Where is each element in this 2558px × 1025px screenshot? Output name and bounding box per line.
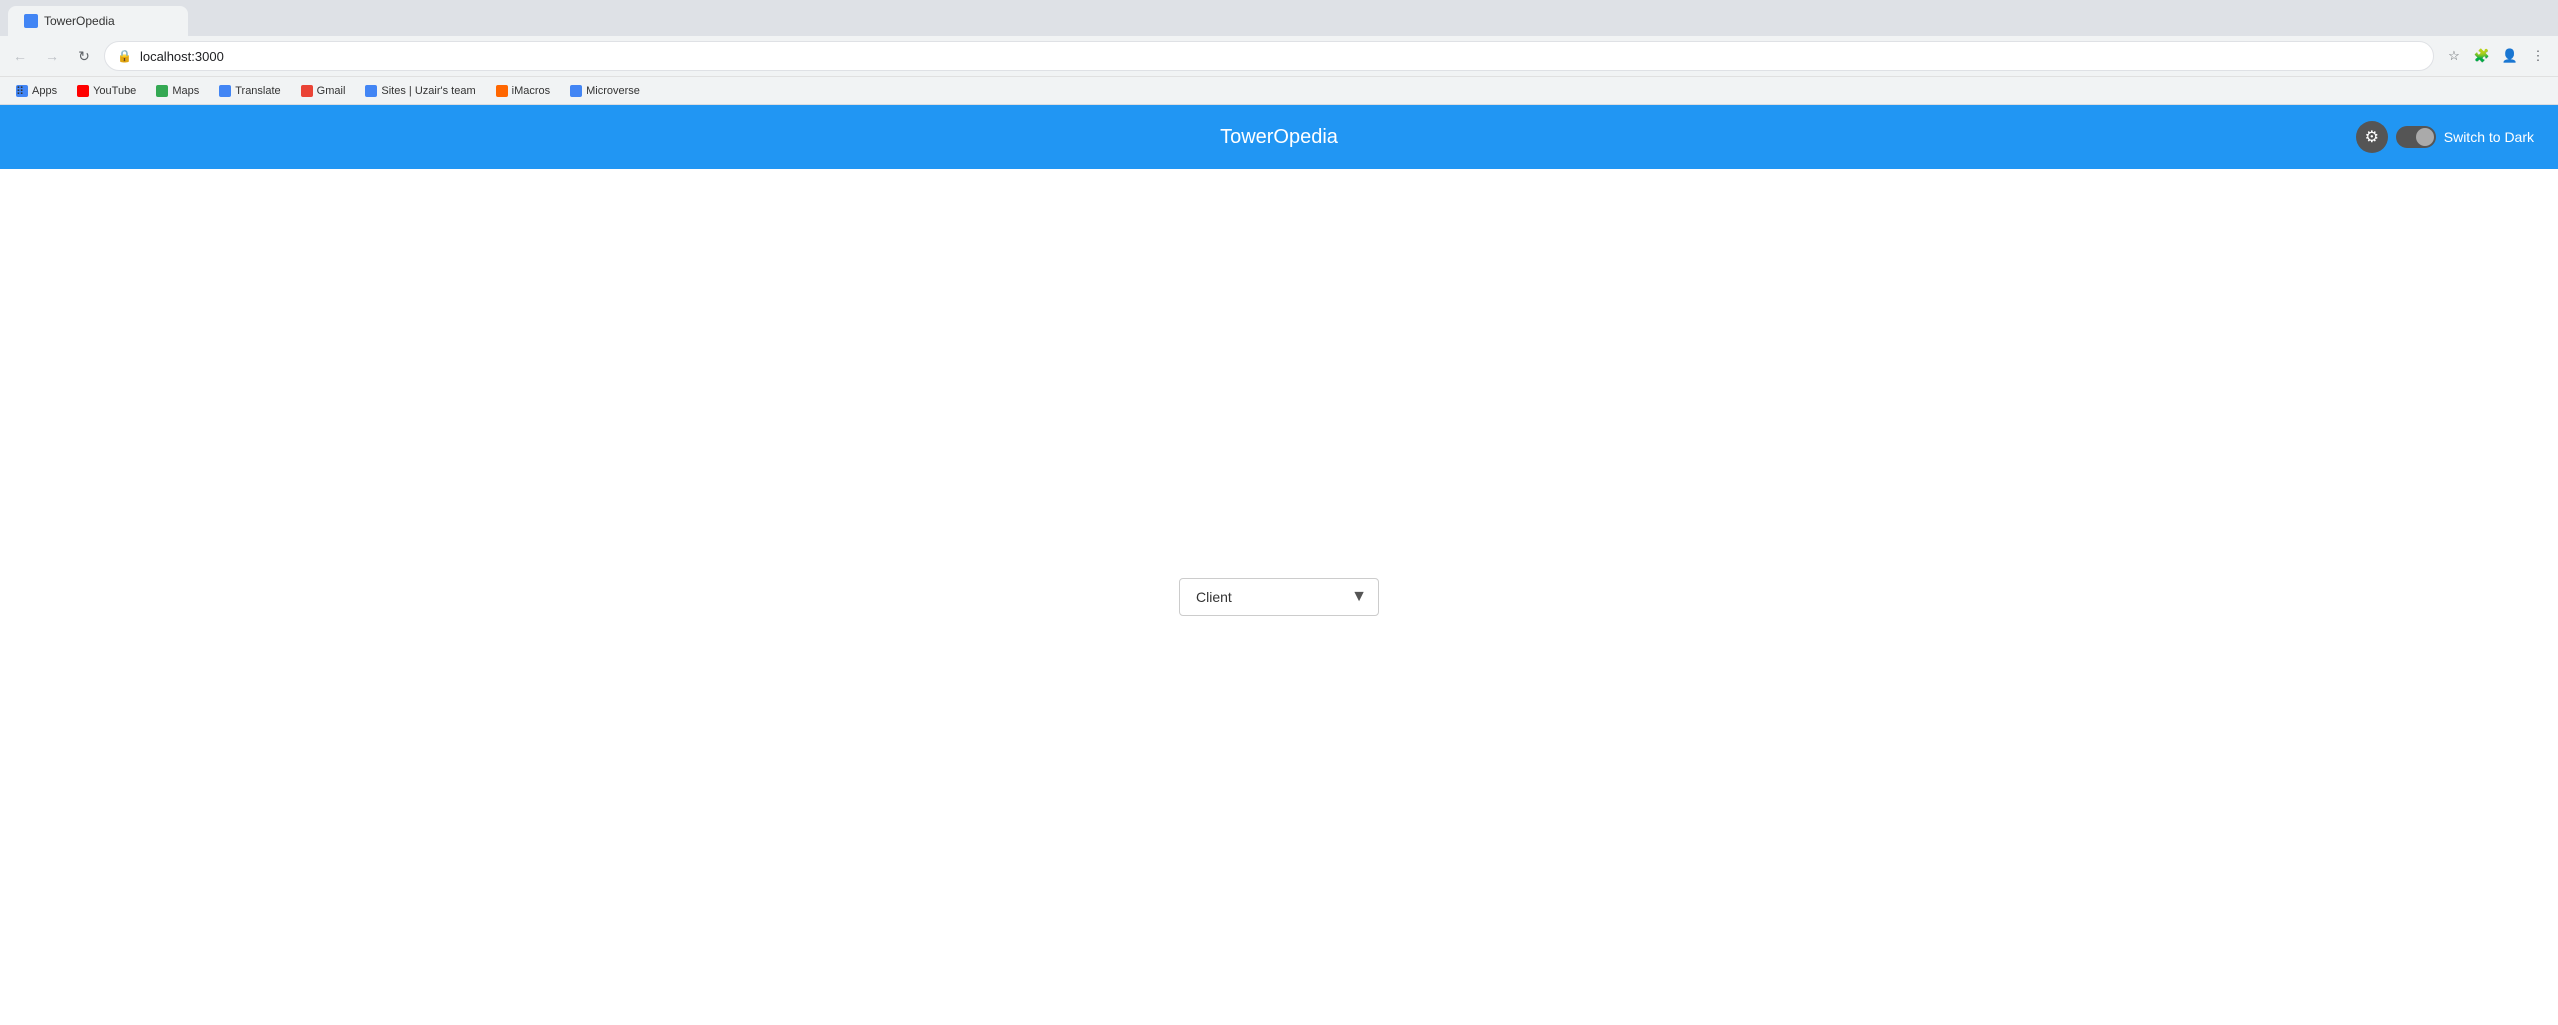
bookmark-microverse-label: Microverse <box>586 85 640 97</box>
app-header: TowerOpedia ⚙ Switch to Dark <box>0 105 2558 169</box>
lock-icon: 🔒 <box>117 49 132 63</box>
forward-icon: → <box>45 48 59 64</box>
theme-toggle-label: Switch to Dark <box>2444 129 2534 145</box>
bookmark-gmail[interactable]: Gmail <box>293 83 354 99</box>
bookmark-gmail-label: Gmail <box>317 85 346 97</box>
browser-controls: ← → ↻ 🔒 localhost:3000 ☆ 🧩 👤 ⋮ <box>0 36 2558 76</box>
imacros-bookmark-icon <box>496 85 508 97</box>
bookmark-apps[interactable]: ⠿ Apps <box>8 83 65 99</box>
apps-bookmark-icon: ⠿ <box>16 85 28 97</box>
main-content: Client Server Admin ▼ <box>0 169 2558 1025</box>
tab-title: TowerOpedia <box>44 14 115 28</box>
theme-toggle-button[interactable]: ⚙ Switch to Dark <box>2356 121 2534 153</box>
browser-tab[interactable]: TowerOpedia <box>8 6 188 36</box>
extensions-button[interactable]: 🧩 <box>2470 44 2494 68</box>
browser-tab-bar: TowerOpedia <box>0 0 2558 36</box>
bookmark-maps[interactable]: Maps <box>148 83 207 99</box>
back-button[interactable]: ← <box>8 44 32 68</box>
browser-chrome: TowerOpedia ← → ↻ 🔒 localhost:3000 ☆ 🧩 👤… <box>0 0 2558 105</box>
reload-button[interactable]: ↻ <box>72 44 96 68</box>
toggle-switch[interactable] <box>2396 126 2436 148</box>
maps-bookmark-icon <box>156 85 168 97</box>
translate-bookmark-icon <box>219 85 231 97</box>
sites-bookmark-icon <box>365 85 377 97</box>
bookmark-apps-label: Apps <box>32 85 57 97</box>
bookmark-translate-label: Translate <box>235 85 280 97</box>
dropdown-container: Client Server Admin ▼ <box>1179 578 1379 616</box>
menu-button[interactable]: ⋮ <box>2526 44 2550 68</box>
theme-icon: ⚙ <box>2356 121 2388 153</box>
bookmark-imacros-label: iMacros <box>512 85 551 97</box>
bookmark-microverse[interactable]: Microverse <box>562 83 648 99</box>
address-bar[interactable]: 🔒 localhost:3000 <box>104 41 2434 71</box>
client-dropdown[interactable]: Client Server Admin <box>1179 578 1379 616</box>
bookmark-translate[interactable]: Translate <box>211 83 288 99</box>
bookmark-maps-label: Maps <box>172 85 199 97</box>
bookmarks-bar: ⠿ Apps YouTube Maps Translate Gmail Site… <box>0 76 2558 104</box>
toggle-knob <box>2416 128 2434 146</box>
bookmark-button[interactable]: ☆ <box>2442 44 2466 68</box>
bookmark-imacros[interactable]: iMacros <box>488 83 559 99</box>
bookmark-sites-label: Sites | Uzair's team <box>381 85 475 97</box>
gear-icon: ⚙ <box>2365 127 2379 147</box>
browser-actions: ☆ 🧩 👤 ⋮ <box>2442 44 2550 68</box>
back-icon: ← <box>13 48 27 64</box>
url-text: localhost:3000 <box>140 49 2421 64</box>
app-title: TowerOpedia <box>1220 126 1338 149</box>
bookmark-sites[interactable]: Sites | Uzair's team <box>357 83 483 99</box>
forward-button[interactable]: → <box>40 44 64 68</box>
gmail-bookmark-icon <box>301 85 313 97</box>
youtube-bookmark-icon <box>77 85 89 97</box>
tab-favicon <box>24 14 38 28</box>
reload-icon: ↻ <box>78 48 90 65</box>
microverse-bookmark-icon <box>570 85 582 97</box>
bookmark-youtube-label: YouTube <box>93 85 136 97</box>
header-actions: ⚙ Switch to Dark <box>2356 121 2534 153</box>
bookmark-youtube[interactable]: YouTube <box>69 83 144 99</box>
profile-button[interactable]: 👤 <box>2498 44 2522 68</box>
